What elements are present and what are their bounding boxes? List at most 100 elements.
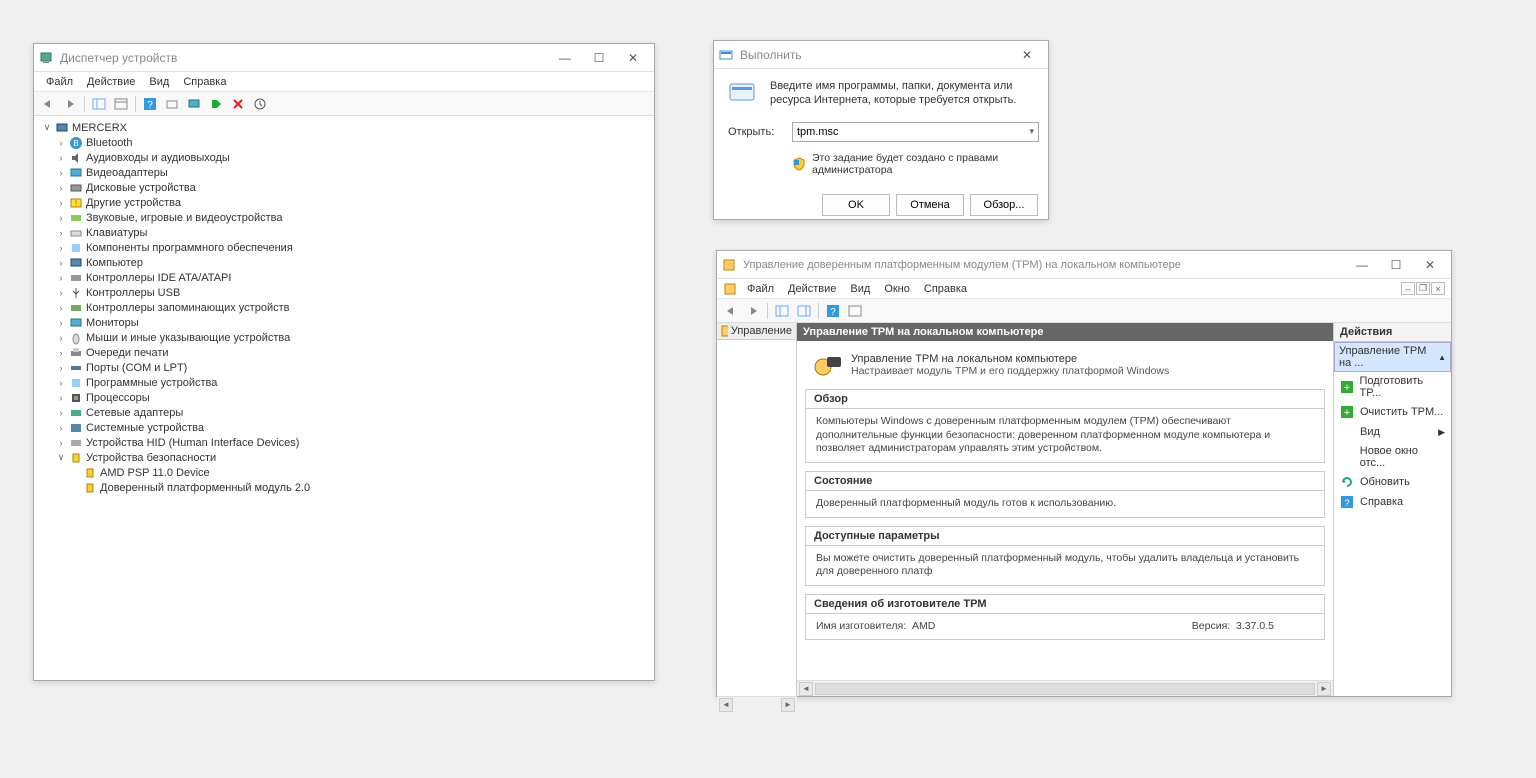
- expander-icon[interactable]: ›: [54, 423, 68, 433]
- menu-window[interactable]: Окно: [878, 281, 916, 297]
- menu-action[interactable]: Действие: [81, 74, 141, 90]
- tree-node[interactable]: ›Контроллеры USB: [40, 285, 648, 300]
- scroll-right[interactable]: ►: [1317, 682, 1331, 696]
- tree-leaf[interactable]: Доверенный платформенный модуль 2.0: [40, 480, 648, 495]
- open-input[interactable]: [792, 122, 1039, 142]
- action-item[interactable]: +Очистить TPM...: [1334, 402, 1451, 422]
- tree-node[interactable]: ›Компоненты программного обеспечения: [40, 240, 648, 255]
- back-button[interactable]: [721, 301, 741, 321]
- expander-icon[interactable]: ›: [54, 333, 68, 343]
- tree-root[interactable]: ∨MERCERX: [40, 120, 648, 135]
- tree-node[interactable]: ›BBluetooth: [40, 135, 648, 150]
- tree-node-security[interactable]: ∨Устройства безопасности: [40, 450, 648, 465]
- mdi-minimize[interactable]: –: [1401, 282, 1415, 295]
- expander-icon[interactable]: ›: [54, 138, 68, 148]
- forward-button[interactable]: [743, 301, 763, 321]
- expander-icon[interactable]: ›: [54, 228, 68, 238]
- maximize-button[interactable]: ☐: [582, 47, 616, 69]
- expander-icon[interactable]: ›: [54, 438, 68, 448]
- enable-device-button[interactable]: [206, 94, 226, 114]
- menu-file[interactable]: Файл: [741, 281, 780, 297]
- show-hide-action-button[interactable]: [794, 301, 814, 321]
- expander-icon[interactable]: ›: [54, 363, 68, 373]
- browse-button[interactable]: Обзор...: [970, 194, 1038, 216]
- tree-node[interactable]: ›Клавиатуры: [40, 225, 648, 240]
- action-item[interactable]: Новое окно отс...: [1334, 442, 1451, 472]
- scan-hardware-button[interactable]: [162, 94, 182, 114]
- tree-node[interactable]: ›Звуковые, игровые и видеоустройства: [40, 210, 648, 225]
- expander-icon[interactable]: ›: [54, 288, 68, 298]
- expander-icon[interactable]: ›: [54, 243, 68, 253]
- tree-node[interactable]: ›Аудиовходы и аудиовыходы: [40, 150, 648, 165]
- expander-icon[interactable]: ›: [54, 153, 68, 163]
- forward-button[interactable]: [60, 94, 80, 114]
- expander-icon[interactable]: ›: [54, 318, 68, 328]
- action-item[interactable]: ?Справка: [1334, 492, 1451, 512]
- console-tree-pane[interactable]: Управление: [717, 323, 797, 696]
- tree-node[interactable]: ›Дисковые устройства: [40, 180, 648, 195]
- tree-node[interactable]: ›Программные устройства: [40, 375, 648, 390]
- center-scrollbar[interactable]: ◄ ►: [797, 680, 1333, 696]
- expander-icon[interactable]: ›: [54, 273, 68, 283]
- expander-icon[interactable]: ∨: [54, 452, 68, 463]
- show-hide-tree-button[interactable]: [89, 94, 109, 114]
- ok-button[interactable]: OK: [822, 194, 890, 216]
- update-driver-button[interactable]: [184, 94, 204, 114]
- scroll-left[interactable]: ◄: [799, 682, 813, 696]
- maximize-button[interactable]: ☐: [1379, 254, 1413, 276]
- tree-node[interactable]: ›Видеоадаптеры: [40, 165, 648, 180]
- collapse-icon[interactable]: ▲: [1438, 353, 1446, 362]
- devmgr-titlebar[interactable]: Диспетчер устройств — ☐ ✕: [34, 44, 654, 72]
- action-item[interactable]: Вид▶: [1334, 422, 1451, 442]
- action-item[interactable]: Обновить: [1334, 472, 1451, 492]
- actions-subheader[interactable]: Управление TPM на ... ▲: [1334, 342, 1451, 372]
- mdi-restore[interactable]: ❐: [1416, 282, 1430, 295]
- expander-icon[interactable]: ›: [54, 183, 68, 193]
- mdi-close[interactable]: ×: [1431, 282, 1445, 295]
- expander-icon[interactable]: ›: [54, 378, 68, 388]
- tree-node[interactable]: ›Контроллеры запоминающих устройств: [40, 300, 648, 315]
- menu-view[interactable]: Вид: [143, 74, 175, 90]
- tree-node[interactable]: ›Мыши и иные указывающие устройства: [40, 330, 648, 345]
- tree-node[interactable]: ›Системные устройства: [40, 420, 648, 435]
- scroll-left[interactable]: ◄: [719, 698, 733, 712]
- menu-view[interactable]: Вид: [844, 281, 876, 297]
- expander-icon[interactable]: ›: [54, 198, 68, 208]
- tree-node[interactable]: ›Компьютер: [40, 255, 648, 270]
- tree-node[interactable]: ›Устройства HID (Human Interface Devices…: [40, 435, 648, 450]
- back-button[interactable]: [38, 94, 58, 114]
- tree-node[interactable]: ›Процессоры: [40, 390, 648, 405]
- device-tree[interactable]: ∨MERCERX›BBluetooth›Аудиовходы и аудиовы…: [34, 116, 654, 680]
- close-button[interactable]: ✕: [1413, 254, 1447, 276]
- menu-help[interactable]: Справка: [177, 74, 232, 90]
- left-scrollbar[interactable]: ◄ ►: [717, 696, 797, 712]
- tree-node[interactable]: ›Очереди печати: [40, 345, 648, 360]
- minimize-button[interactable]: —: [1345, 254, 1379, 276]
- console-tree-root[interactable]: Управление: [717, 323, 796, 340]
- expander-icon[interactable]: ›: [54, 213, 68, 223]
- rundlg-titlebar[interactable]: Выполнить ✕: [714, 41, 1048, 69]
- tpmmmc-titlebar[interactable]: Управление доверенным платформенным моду…: [717, 251, 1451, 279]
- scroll-right[interactable]: ►: [781, 698, 795, 712]
- expander-icon[interactable]: ›: [54, 303, 68, 313]
- action-item[interactable]: +Подготовить TP...: [1334, 372, 1451, 402]
- minimize-button[interactable]: —: [548, 47, 582, 69]
- close-button[interactable]: ✕: [616, 47, 650, 69]
- show-hide-tree-button[interactable]: [772, 301, 792, 321]
- tree-node[interactable]: ›!Другие устройства: [40, 195, 648, 210]
- scan-changes-button[interactable]: [250, 94, 270, 114]
- expander-icon[interactable]: ›: [54, 258, 68, 268]
- expander-icon[interactable]: ›: [54, 408, 68, 418]
- menu-file[interactable]: Файл: [40, 74, 79, 90]
- uninstall-device-button[interactable]: [228, 94, 248, 114]
- tree-leaf[interactable]: AMD PSP 11.0 Device: [40, 465, 648, 480]
- expander-icon[interactable]: ›: [54, 393, 68, 403]
- tree-node[interactable]: ›Порты (COM и LPT): [40, 360, 648, 375]
- help-button[interactable]: ?: [140, 94, 160, 114]
- dropdown-icon[interactable]: ▾: [1029, 126, 1034, 137]
- expander-icon[interactable]: ›: [54, 348, 68, 358]
- properties-button[interactable]: [111, 94, 131, 114]
- expander-icon[interactable]: ∨: [40, 122, 54, 133]
- menu-action[interactable]: Действие: [782, 281, 842, 297]
- tree-node[interactable]: ›Мониторы: [40, 315, 648, 330]
